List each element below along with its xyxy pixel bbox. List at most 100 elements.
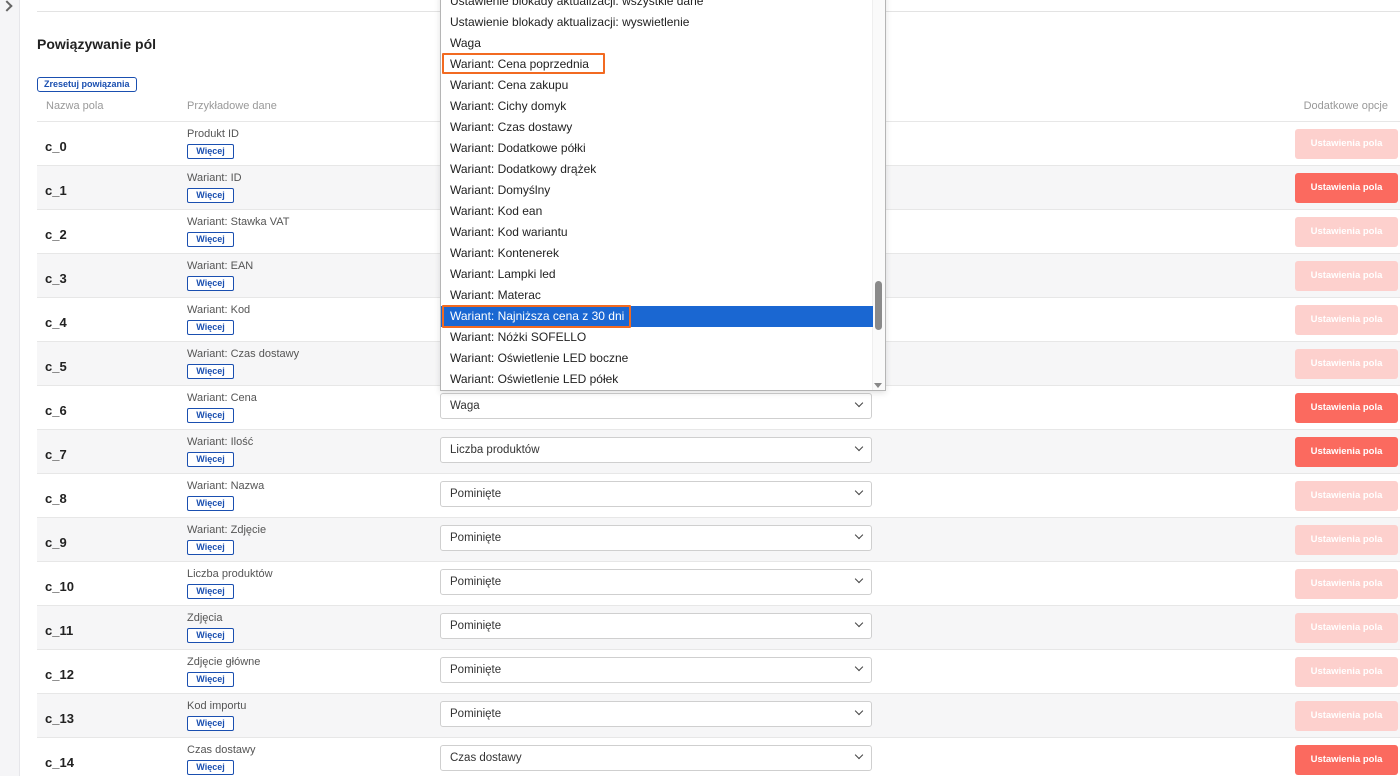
mapping-select-value: Pominięte <box>450 576 502 588</box>
dropdown-option[interactable]: Wariant: Kod wariantu <box>441 222 873 243</box>
mapping-select[interactable]: Czas dostawy <box>440 745 872 771</box>
mapping-select[interactable]: Pominięte <box>440 525 872 551</box>
field-settings-button[interactable]: Ustawienia pola <box>1295 481 1398 511</box>
sample-data: Wariant: ID <box>187 172 242 184</box>
more-button[interactable]: Więcej <box>187 452 234 467</box>
dropdown-option[interactable]: Wariant: Nóżki SOFELLO <box>441 327 873 348</box>
mapping-select[interactable]: Pominięte <box>440 481 872 507</box>
dropdown-option[interactable]: Ustawienie blokady aktualizacji: wyswiet… <box>441 12 873 33</box>
field-name: c_4 <box>45 315 67 330</box>
more-button[interactable]: Więcej <box>187 672 234 687</box>
field-settings-button[interactable]: Ustawienia pola <box>1295 701 1398 731</box>
sample-data: Wariant: Ilość <box>187 436 254 448</box>
table-row: c_6 Wariant: Cena Więcej Waga Ustawienia pol… <box>37 385 1400 429</box>
dropdown-option[interactable]: Wariant: Kod ean <box>441 201 873 222</box>
dropdown-option[interactable]: Wariant: Oświetlenie LED półek <box>441 369 873 390</box>
mapping-select[interactable]: Liczba produktów <box>440 437 872 463</box>
field-settings-button[interactable]: Ustawienia pola <box>1295 217 1398 247</box>
table-row: c_8 Wariant: Nazwa Więcej Pominięte Ustawien… <box>37 473 1400 517</box>
mapping-select-value: Pominięte <box>450 620 502 632</box>
mapping-select-value: Czas dostawy <box>450 752 522 764</box>
mapping-select[interactable]: Pominięte <box>440 569 872 595</box>
more-button[interactable]: Więcej <box>187 716 234 731</box>
sample-data: Wariant: Cena <box>187 392 257 404</box>
dropdown-option[interactable]: Wariant: Cena poprzednia <box>441 54 873 75</box>
dropdown-option[interactable]: Wariant: Oświetlenie LED boczne <box>441 348 873 369</box>
dropdown-option[interactable]: Wariant: Dodatkowe półki <box>441 138 873 159</box>
more-button[interactable]: Więcej <box>187 144 234 159</box>
dropdown-option[interactable]: Wariant: Czas dostawy <box>441 117 873 138</box>
chevron-icon[interactable] <box>1 0 13 12</box>
more-button[interactable]: Więcej <box>187 188 234 203</box>
more-button[interactable]: Więcej <box>187 232 234 247</box>
chevron-down-icon <box>854 442 864 452</box>
sample-data: Zdjęcia <box>187 612 223 624</box>
field-settings-button[interactable]: Ustawienia pola <box>1295 437 1398 467</box>
field-name: c_0 <box>45 139 67 154</box>
chevron-down-icon <box>854 486 864 496</box>
field-settings-button[interactable]: Ustawienia pola <box>1295 129 1398 159</box>
reset-mappings-button[interactable]: Zresetuj powiązania <box>37 77 137 92</box>
mapping-select[interactable]: Pominięte <box>440 657 872 683</box>
dropdown-option[interactable]: Wariant: Domyślny <box>441 180 873 201</box>
more-button[interactable]: Więcej <box>187 628 234 643</box>
mapping-dropdown-list[interactable]: Ustawienie blokady aktualizacji: wszystk… <box>440 0 886 391</box>
more-button[interactable]: Więcej <box>187 540 234 555</box>
sample-data: Wariant: Stawka VAT <box>187 216 290 228</box>
field-name: c_8 <box>45 491 67 506</box>
chevron-down-icon <box>854 750 864 760</box>
field-name: c_9 <box>45 535 67 550</box>
more-button[interactable]: Więcej <box>187 364 234 379</box>
field-name: c_13 <box>45 711 74 726</box>
dropdown-option[interactable]: Wariant: Najniższa cena z 30 dni <box>441 306 873 327</box>
scrollbar-thumb[interactable] <box>875 281 882 330</box>
chevron-down-icon <box>854 618 864 628</box>
mapping-select-value: Pominięte <box>450 488 502 500</box>
chevron-down-icon <box>854 398 864 408</box>
more-button[interactable]: Więcej <box>187 584 234 599</box>
more-button[interactable]: Więcej <box>187 408 234 423</box>
dropdown-option[interactable]: Wariant: Cichy domyk <box>441 96 873 117</box>
table-row: c_13 Kod importu Więcej Pominięte Ustawienia… <box>37 693 1400 737</box>
scroll-down-arrow-icon[interactable] <box>874 383 882 388</box>
mapping-select[interactable]: Pominięte <box>440 613 872 639</box>
field-name: c_10 <box>45 579 74 594</box>
dropdown-option[interactable]: Waga <box>441 33 873 54</box>
mapping-select[interactable]: Pominięte <box>440 701 872 727</box>
more-button[interactable]: Więcej <box>187 760 234 775</box>
dropdown-option[interactable]: Wariant: Kontenerek <box>441 243 873 264</box>
mapping-select-value: Pominięte <box>450 664 502 676</box>
dropdown-option[interactable]: Ustawienie blokady aktualizacji: wszystk… <box>441 0 873 12</box>
sample-data: Kod importu <box>187 700 247 712</box>
mapping-select-value: Pominięte <box>450 708 502 720</box>
table-row: c_14 Czas dostawy Więcej Czas dostawy Ustawi… <box>37 737 1400 776</box>
field-settings-button[interactable]: Ustawienia pola <box>1295 305 1398 335</box>
table-row: c_10 Liczba produktów Więcej Pominięte Ustaw… <box>37 561 1400 605</box>
field-settings-button[interactable]: Ustawienia pola <box>1295 613 1398 643</box>
table-row: c_11 Zdjęcia Więcej Pominięte Ustawienia pol… <box>37 605 1400 649</box>
field-name: c_2 <box>45 227 67 242</box>
more-button[interactable]: Więcej <box>187 320 234 335</box>
dropdown-option[interactable]: Wariant: Materac <box>441 285 873 306</box>
dropdown-option[interactable]: Wariant: Lampki led <box>441 264 873 285</box>
more-button[interactable]: Więcej <box>187 276 234 291</box>
field-settings-button[interactable]: Ustawienia pola <box>1295 349 1398 379</box>
dropdown-option[interactable]: Wariant: Dodatkowy drążek <box>441 159 873 180</box>
field-settings-button[interactable]: Ustawienia pola <box>1295 261 1398 291</box>
more-button[interactable]: Więcej <box>187 496 234 511</box>
field-settings-button[interactable]: Ustawienia pola <box>1295 173 1398 203</box>
field-settings-button[interactable]: Ustawienia pola <box>1295 393 1398 423</box>
mapping-select-value: Waga <box>450 400 480 412</box>
field-name: c_5 <box>45 359 67 374</box>
field-settings-button[interactable]: Ustawienia pola <box>1295 657 1398 687</box>
field-settings-button[interactable]: Ustawienia pola <box>1295 745 1398 775</box>
field-settings-button[interactable]: Ustawienia pola <box>1295 569 1398 599</box>
field-settings-button[interactable]: Ustawienia pola <box>1295 525 1398 555</box>
dropdown-scrollbar[interactable] <box>872 0 885 390</box>
table-row: c_9 Wariant: Zdjęcie Więcej Pominięte Ustawi… <box>37 517 1400 561</box>
mapping-select[interactable]: Waga <box>440 393 872 419</box>
field-name: c_1 <box>45 183 67 198</box>
dropdown-option[interactable]: Wariant: Cena zakupu <box>441 75 873 96</box>
field-name: c_14 <box>45 755 74 770</box>
table-row: c_12 Zdjęcie główne Więcej Pominięte Ustawie… <box>37 649 1400 693</box>
